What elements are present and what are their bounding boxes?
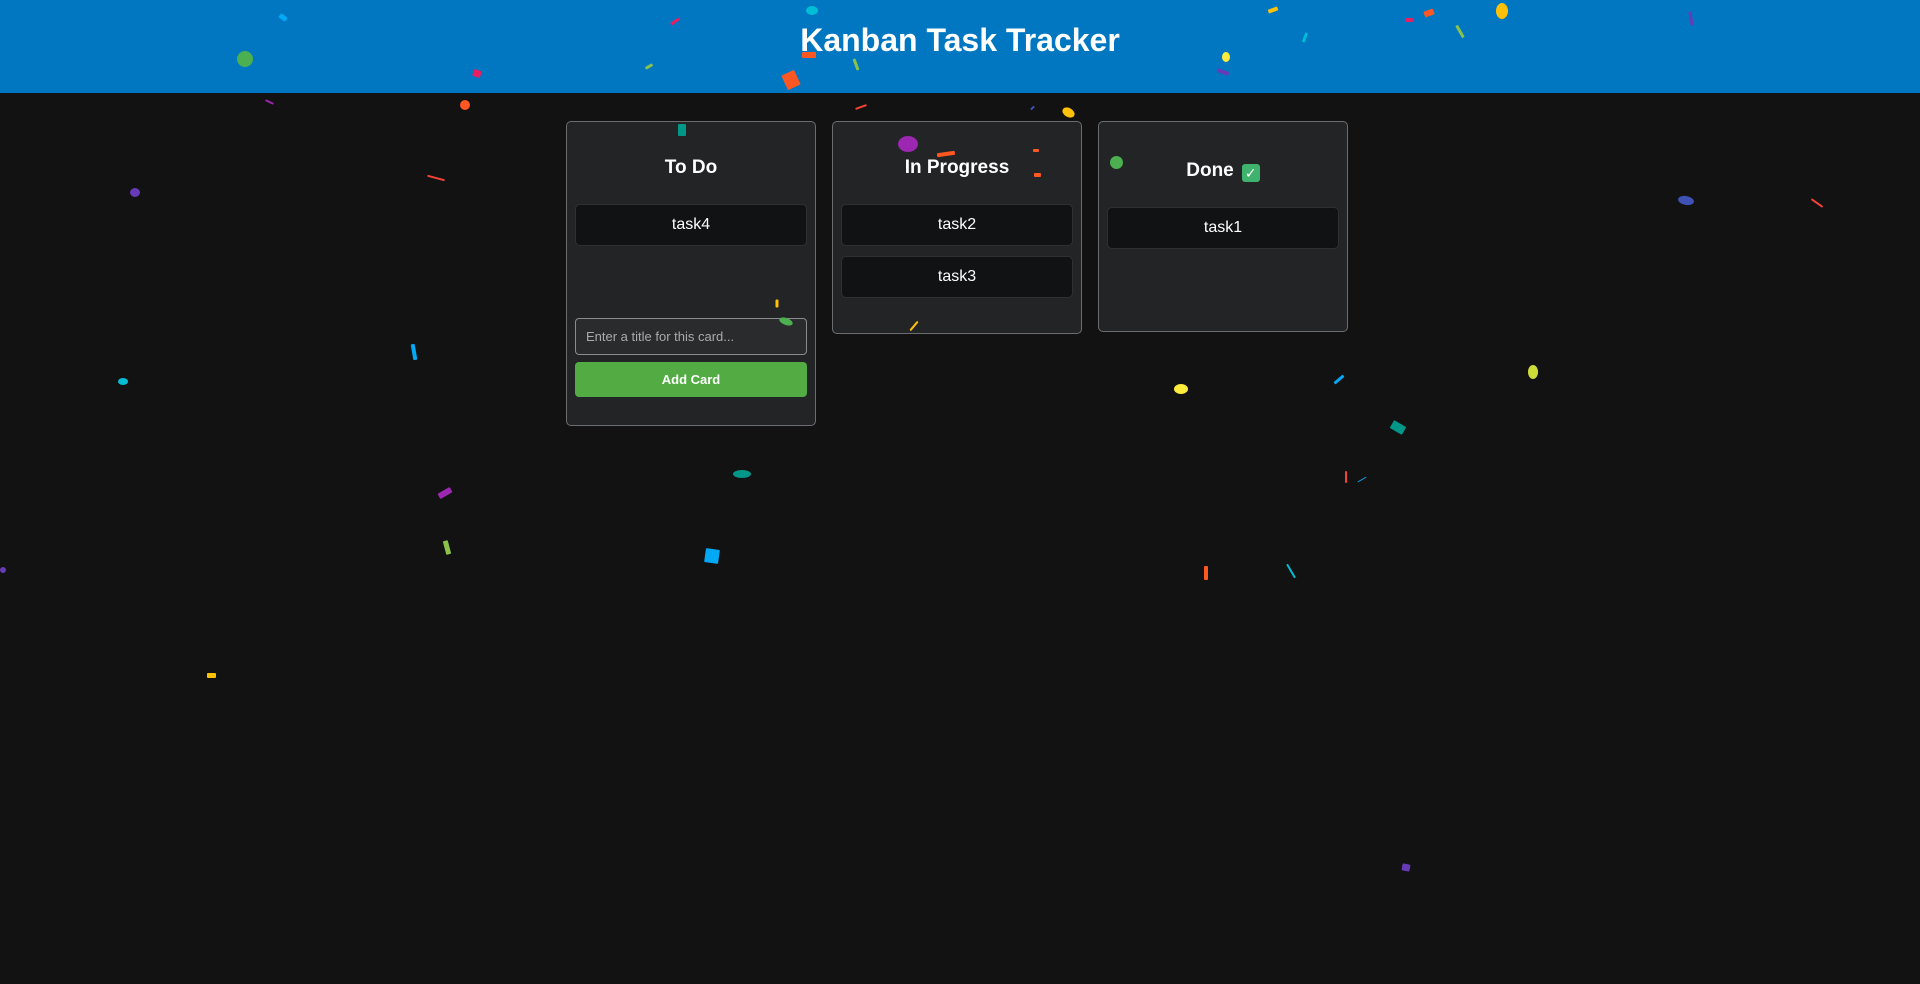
confetti-piece (1389, 420, 1407, 435)
confetti-piece (1677, 194, 1695, 207)
add-card-button[interactable]: Add Card (575, 362, 807, 397)
confetti-piece (1528, 365, 1538, 379)
column-todo: To Do task4 Add Card (566, 121, 816, 426)
confetti-piece (1357, 476, 1367, 483)
card-list-done: task1 (1107, 207, 1339, 249)
column-title-in-progress: In Progress (904, 157, 1010, 178)
confetti-piece (802, 52, 816, 58)
confetti-piece (1030, 105, 1035, 111)
confetti-piece (460, 100, 470, 110)
confetti-piece (237, 51, 253, 67)
task-card[interactable]: task1 (1107, 207, 1339, 249)
kanban-board: To Do task4 Add Card In Progress task2 t… (566, 121, 1348, 426)
confetti-piece (1286, 563, 1296, 579)
check-mark-icon: ✓ (1241, 164, 1260, 182)
confetti-piece (733, 470, 751, 478)
confetti-piece (264, 99, 275, 105)
confetti-piece (1401, 863, 1411, 872)
app-header: Kanban Task Tracker (0, 0, 1920, 93)
confetti-piece (855, 104, 867, 110)
column-title-todo: To Do (664, 157, 718, 178)
confetti-piece (1060, 105, 1077, 120)
confetti-piece (437, 486, 453, 500)
task-card[interactable]: task3 (841, 256, 1073, 298)
confetti-piece (1496, 3, 1508, 19)
column-in-progress: In Progress task2 task3 (832, 121, 1082, 334)
confetti-piece (118, 378, 128, 385)
task-card[interactable]: task4 (575, 204, 807, 246)
confetti-piece (1204, 566, 1208, 580)
confetti-piece (806, 6, 818, 15)
confetti-piece (1110, 156, 1123, 169)
confetti-piece (898, 136, 918, 152)
confetti-piece (1345, 471, 1347, 483)
confetti-piece (1033, 149, 1039, 152)
confetti-piece (130, 188, 140, 197)
confetti-piece (1222, 52, 1230, 62)
confetti-piece (1174, 384, 1188, 394)
confetti-piece (0, 567, 6, 573)
app-title: Kanban Task Tracker (800, 22, 1120, 58)
confetti-piece (775, 299, 779, 308)
task-card[interactable]: task2 (841, 204, 1073, 246)
confetti-piece (207, 673, 216, 678)
confetti-piece (410, 343, 418, 361)
confetti-piece (1405, 18, 1413, 22)
confetti-piece (1810, 198, 1824, 208)
confetti-piece (1034, 173, 1041, 177)
column-done: Done ✓ task1 (1098, 121, 1348, 332)
confetti-piece (442, 540, 452, 555)
confetti-piece (678, 124, 686, 136)
card-list-todo: task4 (575, 204, 807, 318)
confetti-piece (704, 548, 720, 564)
column-title-done: Done ✓ (1107, 122, 1339, 207)
card-list-in-progress: task2 task3 (841, 204, 1073, 298)
card-title-input[interactable] (575, 318, 807, 355)
confetti-piece (427, 174, 445, 182)
